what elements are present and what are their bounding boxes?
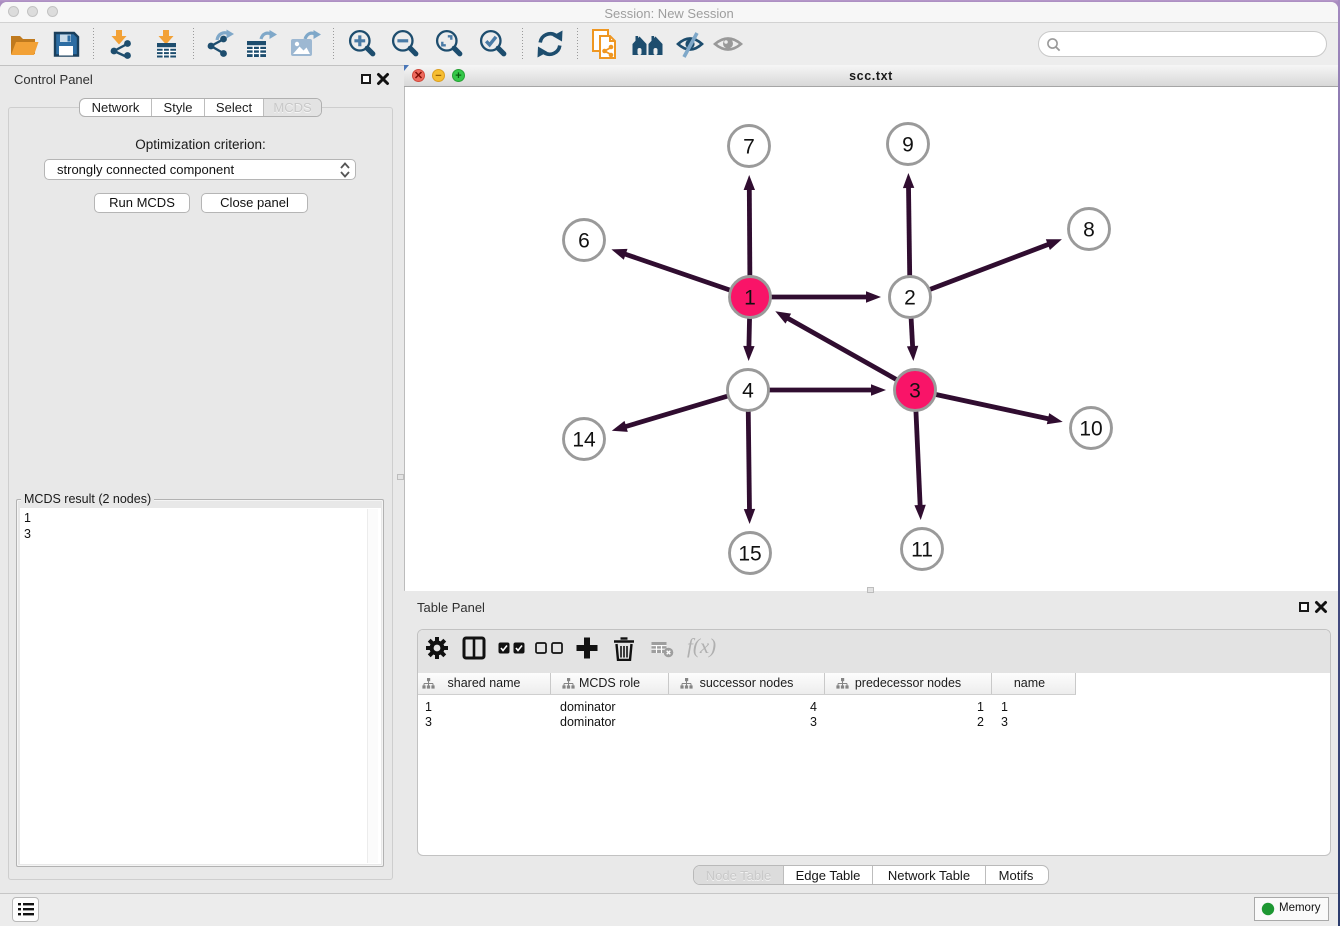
svg-text:14: 14 — [572, 429, 596, 452]
svg-text:1: 1 — [744, 287, 756, 310]
svg-text:3: 3 — [909, 380, 921, 403]
svg-text:10: 10 — [1079, 418, 1102, 441]
svg-text:11: 11 — [911, 539, 933, 562]
svg-text:4: 4 — [742, 380, 754, 403]
svg-text:6: 6 — [578, 230, 590, 253]
svg-text:15: 15 — [738, 543, 761, 566]
svg-text:9: 9 — [902, 134, 914, 157]
svg-text:7: 7 — [743, 136, 755, 159]
svg-text:8: 8 — [1083, 219, 1095, 242]
svg-text:2: 2 — [904, 287, 916, 310]
